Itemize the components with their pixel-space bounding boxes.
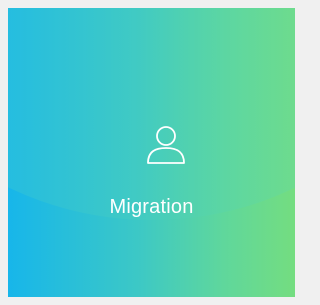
page: Migration [0, 0, 303, 305]
decorative-arc [8, 8, 295, 220]
tile-label: Migration [109, 196, 194, 218]
migration-tile[interactable]: Migration [8, 8, 295, 297]
user-icon [144, 123, 188, 167]
